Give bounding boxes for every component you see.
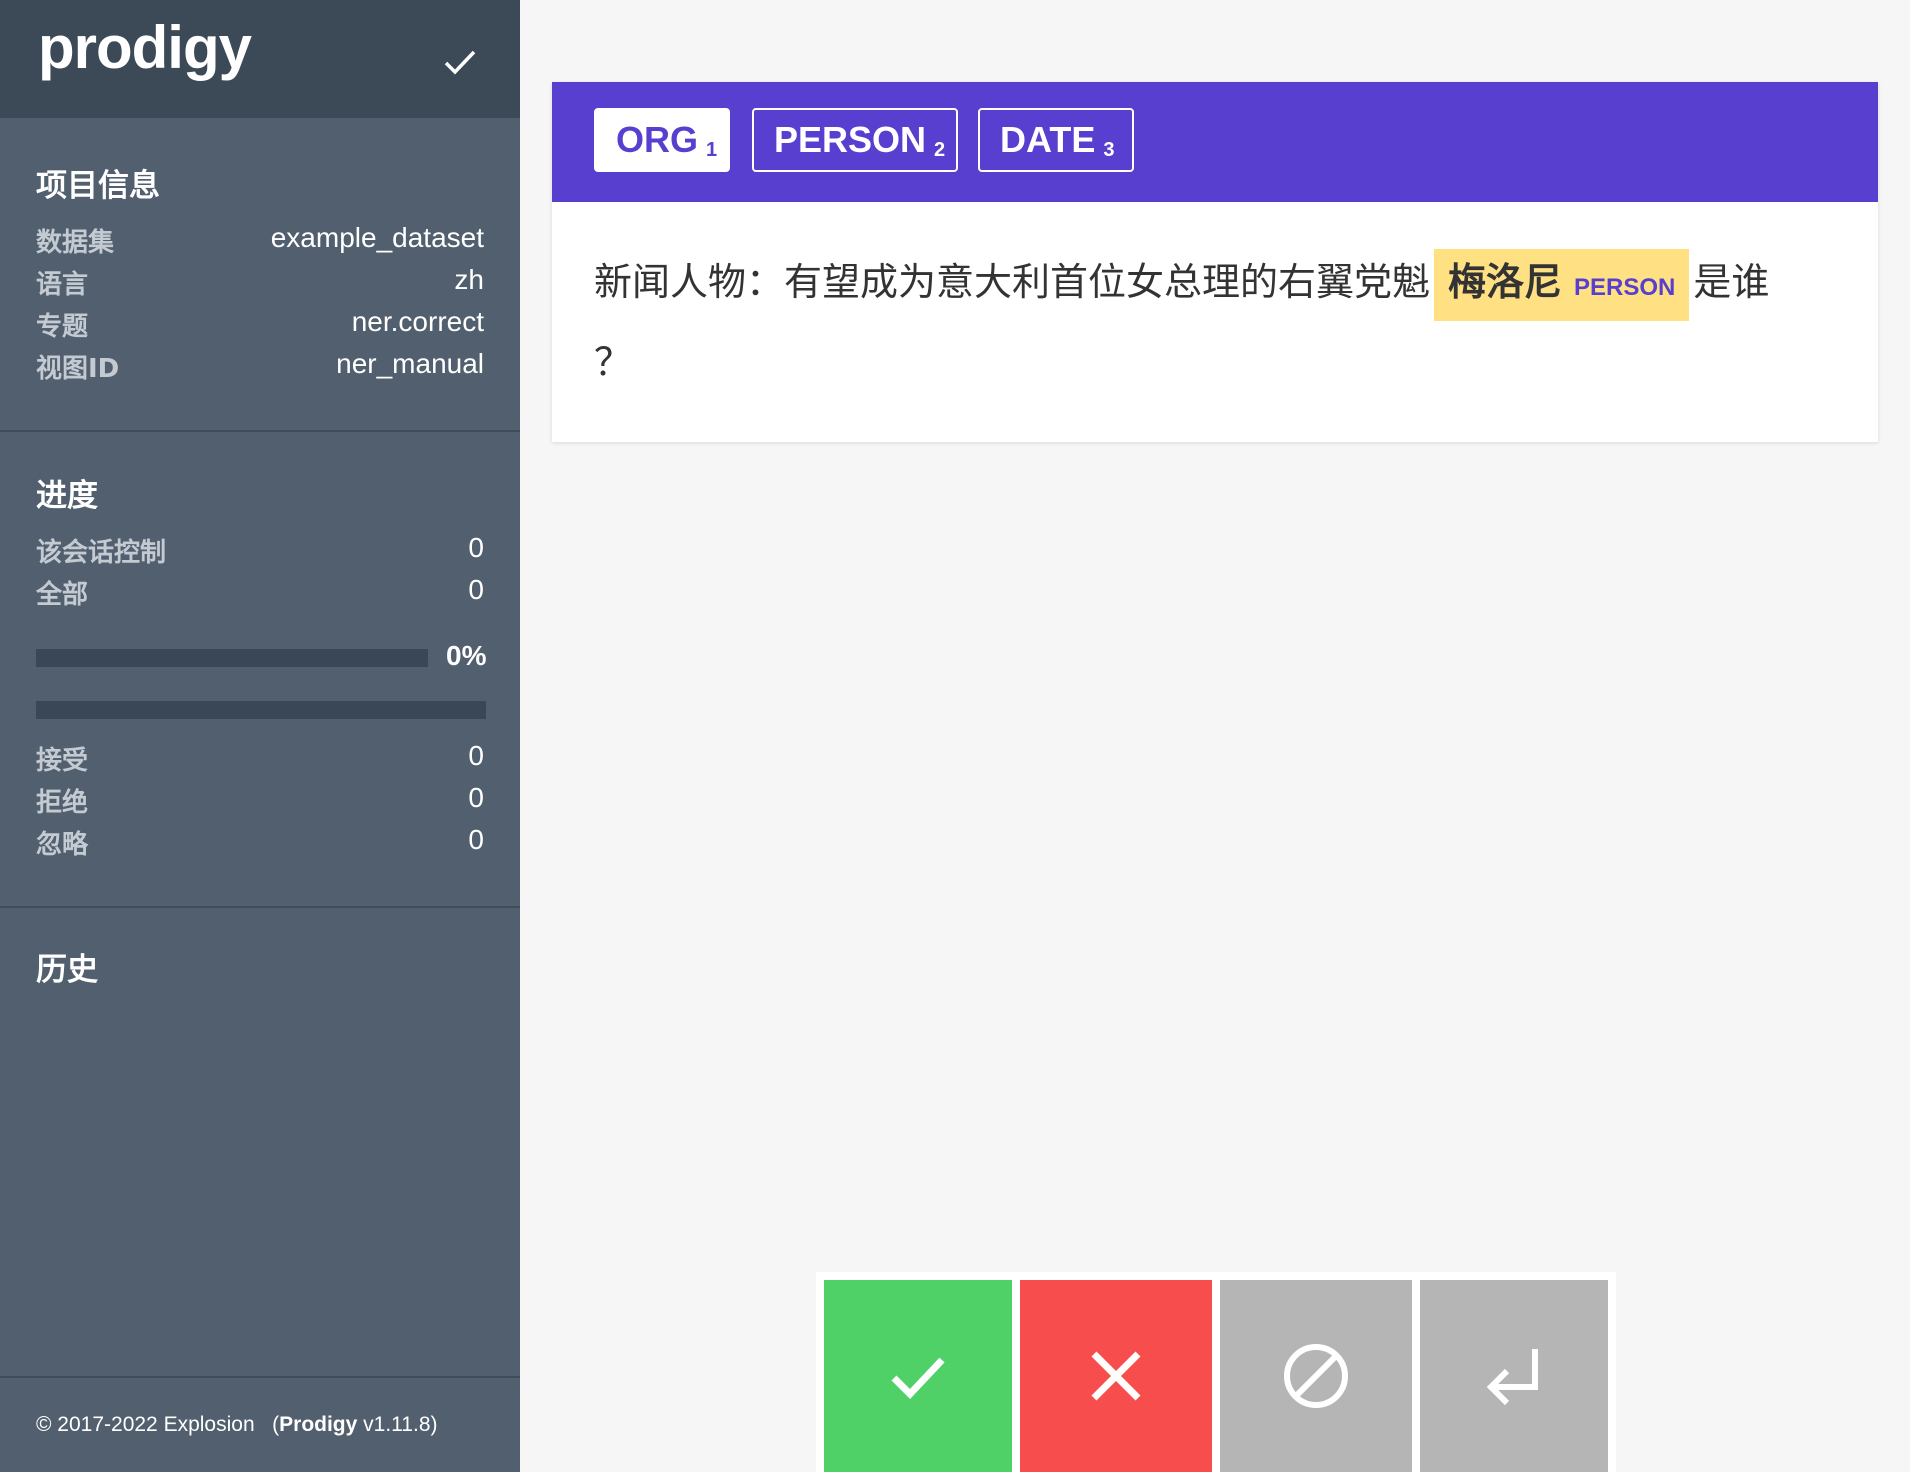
progress-value: 0 xyxy=(468,532,484,563)
progress-value: 0 xyxy=(468,574,484,605)
progress-percent: 0% xyxy=(446,640,487,671)
divider xyxy=(0,430,520,432)
progress-row-total: 全部 0 xyxy=(36,574,484,614)
footer: © 2017-2022 Explosion (Prodigy v1.11.8) xyxy=(36,1413,438,1437)
undo-button[interactable] xyxy=(1420,1280,1608,1472)
undo-arrow-icon xyxy=(1486,1349,1538,1406)
answers-bar xyxy=(36,701,486,719)
info-value: zh xyxy=(454,264,484,295)
answer-value: 0 xyxy=(468,740,484,771)
divider xyxy=(0,1376,520,1378)
info-label: 视图ID xyxy=(36,354,120,384)
info-row-recipe: 专题 ner.correct xyxy=(36,306,484,346)
text-after[interactable]: 是谁 xyxy=(1693,260,1769,304)
check-icon xyxy=(891,1357,945,1400)
progress-label: 该会话控制 xyxy=(36,538,167,568)
ban-icon xyxy=(1284,1344,1348,1408)
answer-value: 0 xyxy=(468,824,484,855)
task-text[interactable]: 新闻人物：有望成为意大利首位女总理的右翼党魁 梅洛尼 PERSON 是谁 ？ xyxy=(594,242,1844,402)
annotation-card: ORG 1 PERSON 2 DATE 3 新闻人物：有望成为意大利首位女总理的右翼党… xyxy=(552,82,1878,442)
sidebar-header: prodigy xyxy=(0,0,520,118)
answer-label: 接受 xyxy=(36,746,89,776)
sidebar: prodigy 项目信息 数据集 example_dataset 语言 zh 专… xyxy=(0,0,520,1472)
progress-bar xyxy=(36,649,428,667)
answer-row-reject: 拒绝 0 xyxy=(36,782,484,822)
info-row-language: 语言 zh xyxy=(36,264,484,304)
info-row-dataset: 数据集 example_dataset xyxy=(36,222,484,262)
ignore-button[interactable] xyxy=(1220,1280,1412,1472)
progress-row-session: 该会话控制 0 xyxy=(36,532,484,572)
answer-label: 拒绝 xyxy=(36,788,89,818)
info-value: ner_manual xyxy=(336,348,484,379)
entity-span[interactable]: 梅洛尼 PERSON xyxy=(1434,249,1690,321)
project-info-title: 项目信息 xyxy=(36,168,160,204)
history-title: 历史 xyxy=(36,952,98,988)
answer-row-ignore: 忽略 0 xyxy=(36,824,484,864)
label-key: 3 xyxy=(1103,139,1115,161)
label-key: 1 xyxy=(706,139,718,161)
save-check-icon[interactable] xyxy=(440,42,480,82)
x-icon xyxy=(1091,1351,1141,1401)
label-name: DATE xyxy=(1000,119,1096,160)
info-row-view-id: 视图ID ner_manual xyxy=(36,348,484,388)
progress-title: 进度 xyxy=(36,478,98,514)
text-before[interactable]: 新闻人物：有望成为意大利首位女总理的右翼党魁 xyxy=(594,260,1430,304)
progress-label: 全部 xyxy=(36,580,89,610)
answer-row-accept: 接受 0 xyxy=(36,740,484,780)
footer-version: v1.11.8 xyxy=(363,1413,431,1436)
divider xyxy=(0,906,520,908)
label-name: PERSON xyxy=(774,119,927,160)
entity-text: 梅洛尼 xyxy=(1448,260,1563,304)
info-value: example_dataset xyxy=(270,222,484,253)
footer-product: Prodigy xyxy=(279,1413,358,1436)
footer-paren-close: ) xyxy=(430,1413,438,1436)
info-label: 专题 xyxy=(36,312,89,342)
label-date-button[interactable]: DATE 3 xyxy=(978,108,1134,172)
accept-button[interactable] xyxy=(824,1280,1012,1472)
entity-label: PERSON xyxy=(1574,274,1676,301)
info-value: ner.correct xyxy=(351,306,484,337)
label-key: 2 xyxy=(934,139,946,161)
label-name: ORG xyxy=(616,119,699,160)
answer-value: 0 xyxy=(468,782,484,813)
label-org-button[interactable]: ORG 1 xyxy=(594,108,730,172)
action-bar xyxy=(816,1272,1616,1472)
info-label: 语言 xyxy=(36,270,89,300)
info-label: 数据集 xyxy=(36,228,115,258)
reject-button[interactable] xyxy=(1020,1280,1212,1472)
footer-copyright: © 2017-2022 Explosion xyxy=(36,1413,255,1436)
prodigy-logo: prodigy xyxy=(38,14,252,81)
label-person-button[interactable]: PERSON 2 xyxy=(752,108,958,172)
answer-label: 忽略 xyxy=(36,830,89,860)
label-bar: ORG 1 PERSON 2 DATE 3 xyxy=(552,82,1878,202)
text-line2[interactable]: ？ xyxy=(594,340,632,384)
